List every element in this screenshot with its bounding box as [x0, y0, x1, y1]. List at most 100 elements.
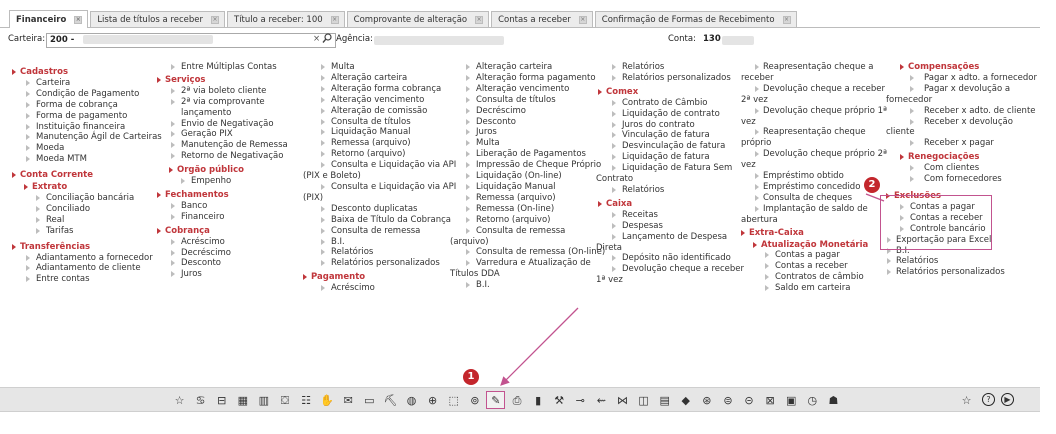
tab-4[interactable]: Contas a receber × — [491, 11, 593, 27]
menu-item[interactable]: Baixa de Título da Cobrança — [307, 215, 457, 226]
menu-item[interactable]: 2ª via boleto cliente — [157, 86, 307, 97]
menu-item[interactable]: Devolução cheque próprio 2ª — [741, 149, 887, 160]
toolbar-icon-18[interactable]: ⚒ — [550, 391, 569, 409]
menu-item[interactable]: Consulta e Liquidação via API — [307, 160, 457, 171]
tab-close-icon[interactable]: × — [475, 15, 484, 24]
menu-item[interactable]: Saldo em carteira — [741, 283, 886, 294]
menu-item[interactable]: Contas a receber — [741, 261, 886, 272]
menu-item[interactable]: Alteração forma cobrança — [307, 84, 457, 95]
menu-item[interactable]: Forma de cobrança — [12, 100, 162, 111]
toolbar-icon-5[interactable]: ⛋ — [275, 391, 294, 409]
menu-item[interactable]: Manutenção de Remessa — [157, 140, 307, 151]
section-fechamentos[interactable]: Fechamentos — [157, 190, 307, 201]
menu-item[interactable]: Remessa (arquivo) — [452, 193, 602, 204]
tab-close-icon[interactable]: × — [782, 15, 791, 24]
section-compensacoes[interactable]: Compensações — [900, 62, 1036, 73]
tab-1[interactable]: Lista de títulos a receber × — [90, 11, 225, 27]
toolbar-icon-19[interactable]: ⊸ — [571, 391, 590, 409]
menu-item[interactable]: Moeda MTM — [12, 154, 162, 165]
menu-item[interactable]: Liquidação Manual — [307, 127, 457, 138]
tab-close-icon[interactable]: × — [330, 15, 339, 24]
tab-3[interactable]: Comprovante de alteração × — [346, 11, 490, 27]
menu-item[interactable]: Alteração vencimento — [307, 95, 457, 106]
menu-item[interactable]: Alteração vencimento — [452, 84, 602, 95]
toolbar-icon-0[interactable]: ☆ — [170, 391, 189, 409]
menu-item[interactable]: Desconto — [452, 117, 602, 128]
menu-item[interactable]: Receber x devolução — [886, 117, 1036, 128]
toolbar-icon-6[interactable]: ☷ — [297, 391, 316, 409]
menu-item[interactable]: Conciliado — [12, 204, 162, 215]
section-cadastros[interactable]: Cadastros — [12, 67, 162, 78]
toolbar-icon-10[interactable]: ⛏ — [381, 391, 400, 409]
section-caixa[interactable]: Caixa — [598, 199, 743, 210]
menu-item[interactable]: Desvinculação de fatura — [598, 141, 743, 152]
menu-item[interactable]: Relatórios — [598, 62, 743, 73]
menu-item[interactable]: Pagar x devolução a — [886, 84, 1036, 95]
menu-item[interactable]: Relatórios personalizados — [307, 258, 457, 269]
menu-item[interactable]: Adiantamento a fornecedor — [12, 253, 162, 264]
toolbar-icon-15[interactable]: ✎ — [486, 391, 506, 409]
menu-item[interactable]: Juros — [452, 127, 602, 138]
menu-item[interactable]: Geração PIX — [157, 129, 307, 140]
menu-item[interactable]: Reapresentação cheque a — [741, 62, 886, 73]
menu-item[interactable]: Receber x pagar — [886, 138, 1036, 149]
menu-item[interactable]: Liquidação (On-line) — [452, 171, 602, 182]
menu-item[interactable]: Consulta de títulos — [307, 117, 457, 128]
menu-item[interactable]: Acréscimo — [307, 283, 457, 294]
section-conta-corrente[interactable]: Conta Corrente — [12, 170, 162, 181]
menu-item[interactable]: Alteração carteira — [307, 73, 457, 84]
toolbar-icon-2[interactable]: ⊟ — [212, 391, 231, 409]
menu-item[interactable]: Desconto duplicatas — [307, 204, 457, 215]
menu-item[interactable]: Real — [12, 215, 162, 226]
menu-item[interactable]: Multa — [307, 62, 457, 73]
toolbar-icon-27[interactable]: ⊝ — [740, 391, 759, 409]
menu-item[interactable]: Consulta de remessa (On-line) — [452, 247, 605, 258]
menu-item[interactable]: Receitas — [598, 210, 743, 221]
menu-item[interactable]: Retorno (arquivo) — [307, 149, 457, 160]
menu-item[interactable]: Alteração forma pagamento — [452, 73, 602, 84]
menu-item[interactable]: Liquidação Manual — [452, 182, 602, 193]
menu-item[interactable]: Carteira — [12, 78, 162, 89]
menu-item[interactable]: Reapresentação cheque — [741, 127, 886, 138]
toolbar-icon-12[interactable]: ⊕ — [423, 391, 442, 409]
menu-item[interactable]: Relatórios personalizados — [886, 267, 1036, 278]
toolbar-icon-3[interactable]: ▦ — [233, 391, 252, 409]
menu-item[interactable]: Relatórios — [307, 247, 457, 258]
menu-item[interactable]: Lançamento de Despesa — [598, 232, 743, 243]
menu-item[interactable]: Relatórios — [886, 256, 1036, 267]
section-pagamento[interactable]: Pagamento — [303, 272, 457, 283]
menu-item[interactable]: B.I. — [307, 237, 457, 248]
menu-item[interactable]: Relatórios personalizados — [598, 73, 743, 84]
tab-close-icon[interactable]: × — [211, 15, 219, 24]
toolbar-icon-24[interactable]: ◆ — [676, 391, 695, 409]
section-extra-caixa[interactable]: Extra-Caixa — [741, 228, 886, 239]
menu-item[interactable]: Manutenção Ágil de Carteiras — [12, 132, 162, 143]
clear-icon[interactable]: × — [313, 34, 320, 44]
tab-0[interactable]: Financeiro × — [9, 10, 89, 28]
toolbar-icon-1[interactable]: ♋ — [191, 391, 210, 409]
menu-item[interactable]: B.I. — [452, 280, 602, 291]
menu-item[interactable]: Retorno de Negativação — [157, 151, 307, 162]
menu-item[interactable]: Decréscimo — [157, 248, 307, 259]
menu-item[interactable]: Devolução cheque próprio 1ª — [741, 106, 887, 117]
menu-item[interactable]: Com clientes — [886, 163, 1036, 174]
tab-close-icon[interactable]: × — [578, 15, 587, 24]
toolbar-icon-23[interactable]: ▤ — [655, 391, 674, 409]
menu-item[interactable]: Com fornecedores — [886, 174, 1036, 185]
menu-item[interactable]: Devolução cheque a receber — [741, 84, 886, 95]
tab-2[interactable]: Título a receber: 100 × — [227, 11, 345, 27]
menu-item[interactable]: Banco — [157, 201, 307, 212]
menu-item[interactable]: Consulta de títulos — [452, 95, 602, 106]
menu-item[interactable]: Moeda — [12, 143, 162, 154]
section-transferencias[interactable]: Transferências — [12, 242, 162, 253]
menu-item[interactable]: Impressão de Cheque Próprio — [452, 160, 602, 171]
menu-item[interactable]: Relatórios — [598, 185, 743, 196]
help-icon[interactable]: ? — [982, 393, 995, 406]
favorite-add-icon[interactable]: ☆ — [957, 391, 976, 409]
menu-item[interactable]: Alteração carteira — [452, 62, 602, 73]
menu-item[interactable]: Contas a pagar — [741, 250, 886, 261]
toolbar-icon-9[interactable]: ▭ — [360, 391, 379, 409]
toolbar-icon-21[interactable]: ⋈ — [613, 391, 632, 409]
toolbar-icon-13[interactable]: ⬚ — [444, 391, 463, 409]
menu-item[interactable]: Tarifas — [12, 226, 162, 237]
